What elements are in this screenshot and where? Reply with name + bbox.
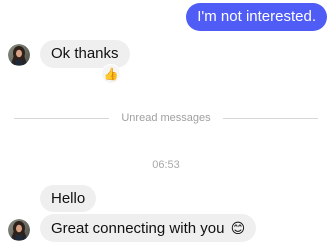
- contact-avatar[interactable]: [8, 44, 30, 66]
- outgoing-message-not-interested[interactable]: I'm not interested.: [186, 3, 327, 31]
- message-text: Great connecting with you: [51, 220, 225, 237]
- divider-line-right: [222, 117, 318, 119]
- incoming-message-great-connecting[interactable]: Great connecting with you 😊: [40, 214, 257, 242]
- incoming-message-ok-thanks[interactable]: Ok thanks: [40, 40, 130, 68]
- avatar-image: [8, 44, 30, 66]
- avatar-image: [8, 219, 30, 241]
- thumbs-up-reaction-icon[interactable]: 👍: [101, 64, 121, 84]
- incoming-message-hello[interactable]: Hello: [40, 185, 97, 212]
- message-timestamp: 06:53: [152, 159, 180, 171]
- smile-emoji-icon: 😊: [230, 220, 246, 236]
- contact-avatar[interactable]: [8, 219, 30, 241]
- unread-messages-divider: Unread messages: [14, 111, 318, 125]
- divider-line-left: [14, 117, 110, 119]
- unread-messages-label: Unread messages: [121, 112, 211, 124]
